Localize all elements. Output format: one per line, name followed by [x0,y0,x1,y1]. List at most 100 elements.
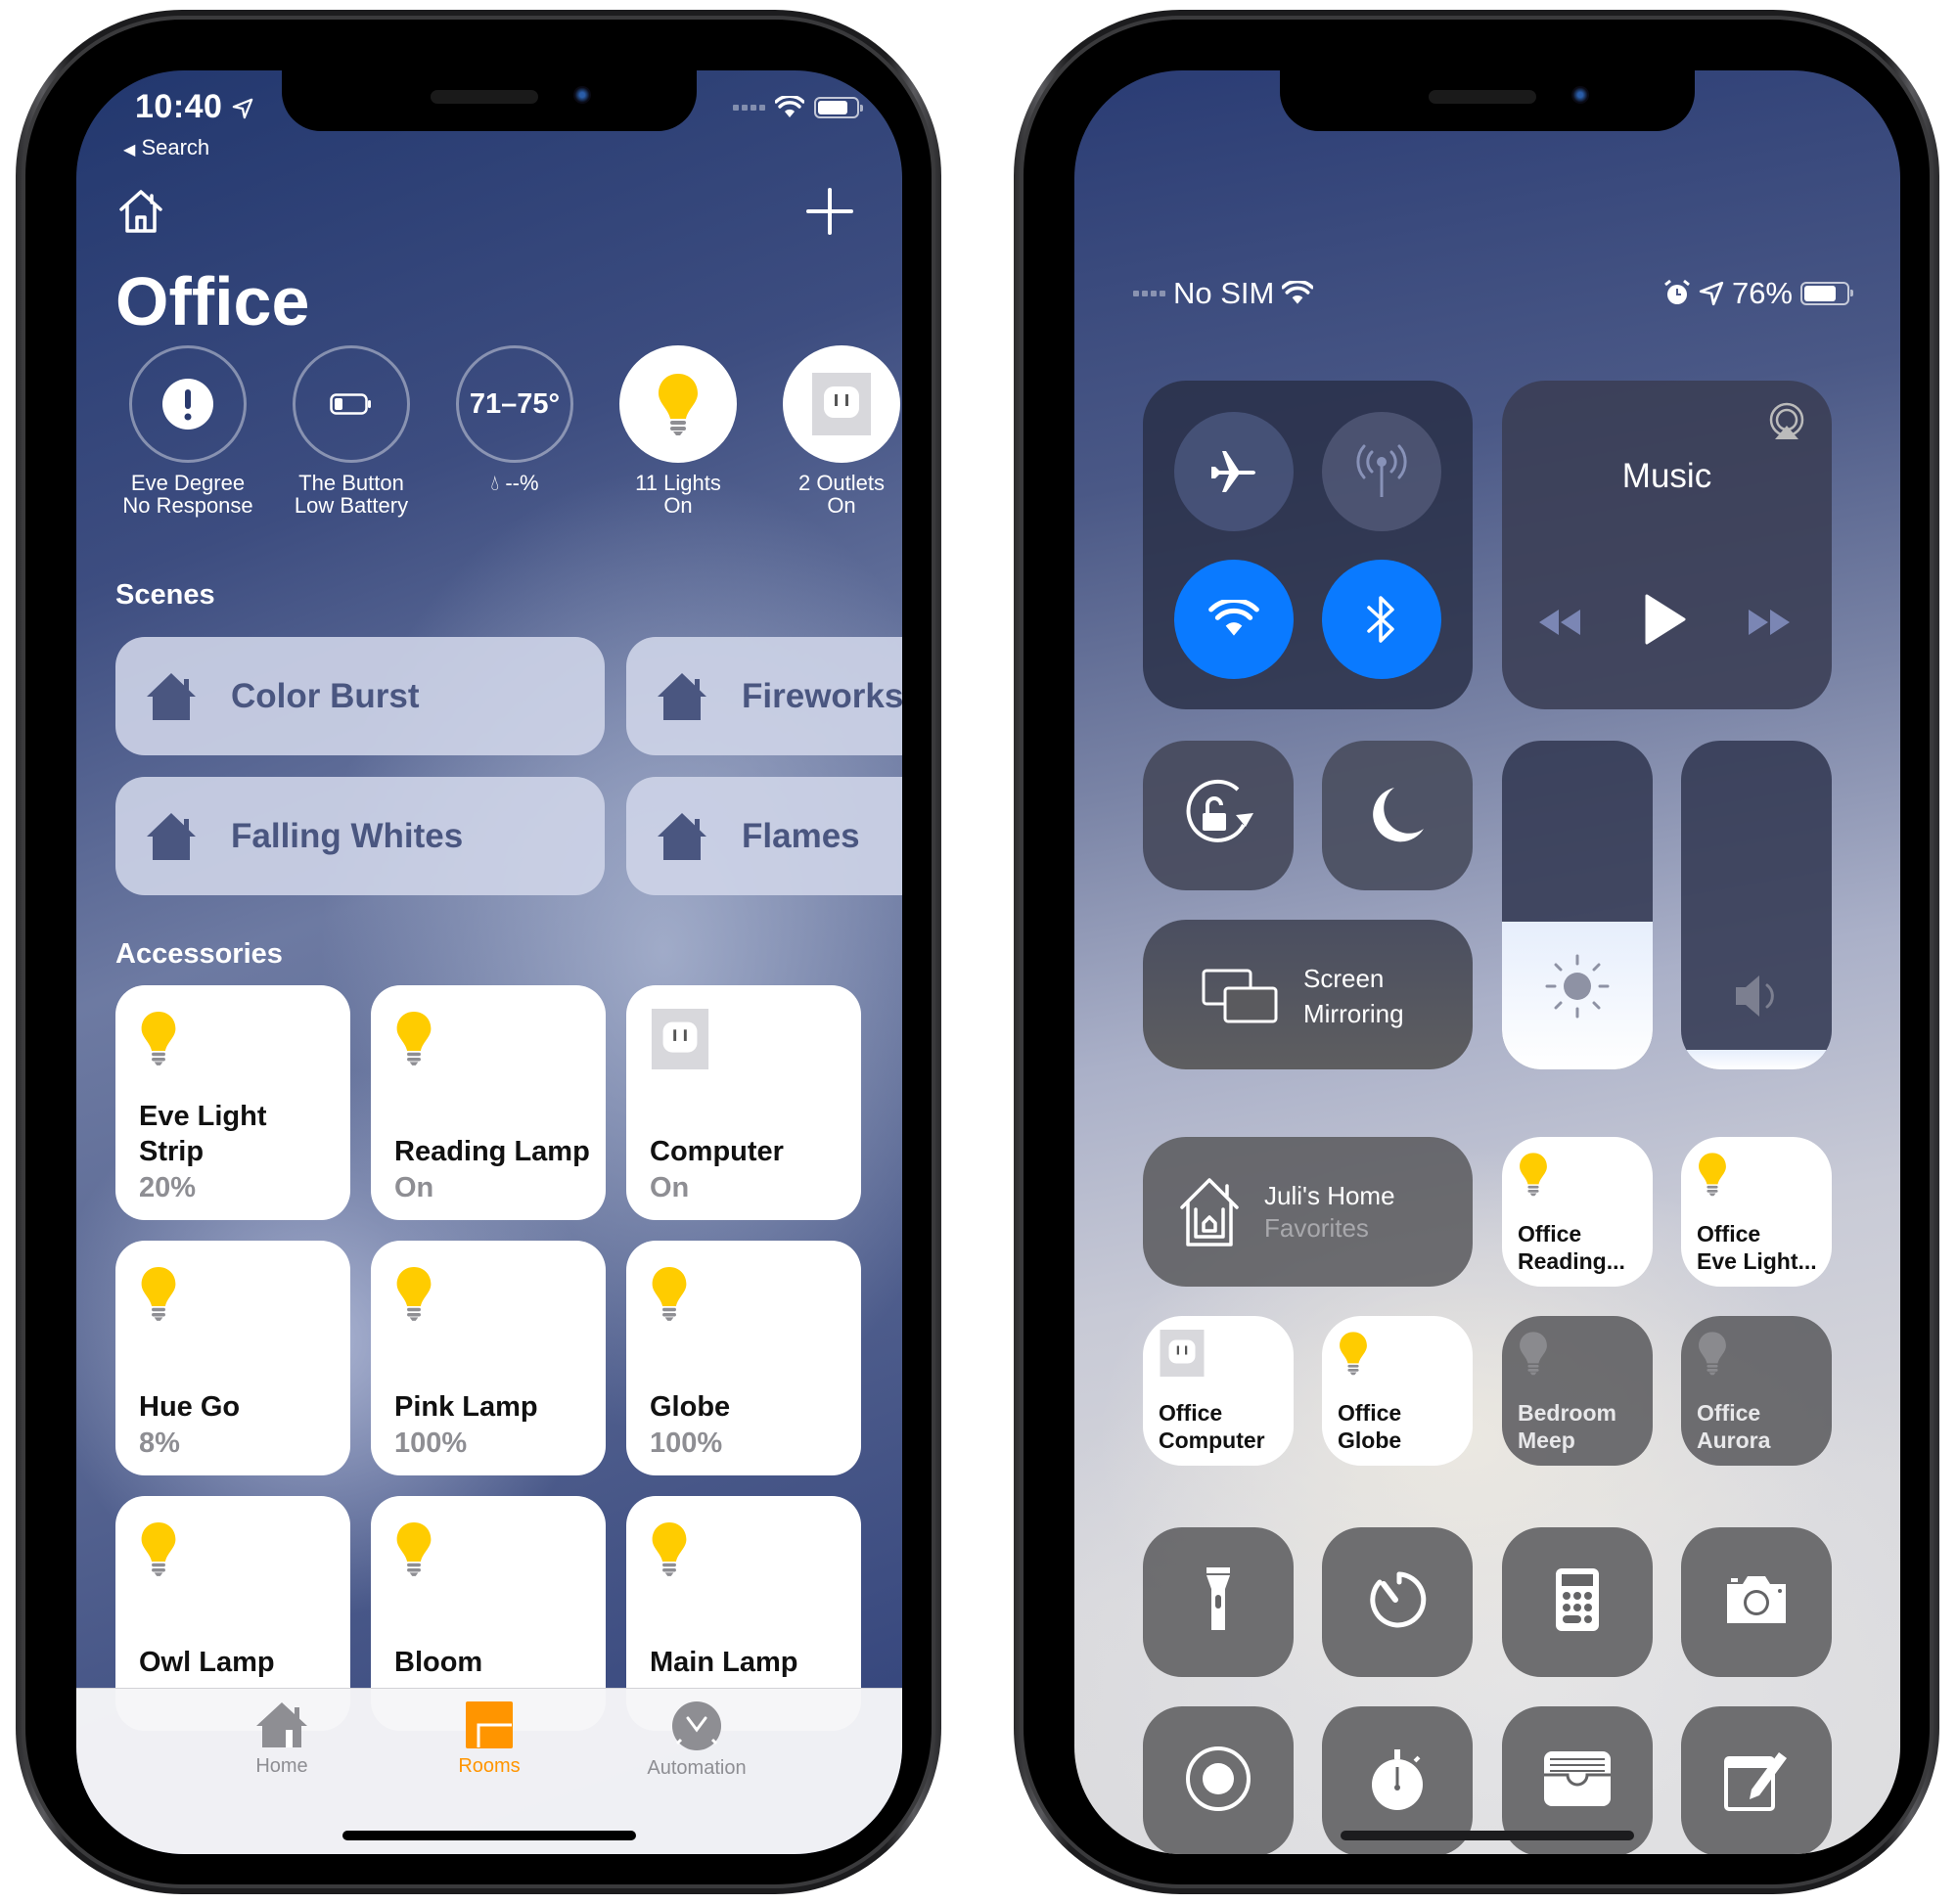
carrier-status: No SIM [1133,276,1314,311]
timer-button[interactable] [1322,1527,1473,1677]
home-app-icon [1180,1178,1239,1247]
music-module[interactable]: Music [1502,381,1832,709]
play-icon[interactable] [1643,594,1688,645]
alarm-clock-icon [1664,279,1690,304]
status-outlets-label: 2 Outlets On [797,471,886,518]
notes-button[interactable] [1681,1706,1832,1854]
time-text: 10:40 [135,88,223,125]
scene-house-icon [147,672,196,720]
wallet-icon [1542,1749,1613,1813]
outlet-icon [812,373,871,435]
accessory-status: On [394,1172,434,1203]
orientation-lock-icon [1186,779,1253,842]
favorite-accessory-tile[interactable]: Office Computer [1143,1316,1294,1466]
back-label: Search [141,135,210,159]
notes-icon [1722,1745,1791,1818]
favorite-label: Office Computer [1159,1400,1265,1453]
fast-forward-icon[interactable] [1747,608,1792,637]
add-button[interactable] [804,186,855,237]
accessory-tile[interactable]: Eve Light Strip 20% [115,985,350,1220]
do-not-disturb-toggle[interactable] [1322,741,1473,890]
connectivity-module [1143,381,1473,709]
bluetooth-icon [1367,596,1394,643]
room-title: Office [115,263,310,340]
home-indicator[interactable] [1341,1831,1634,1840]
camera-button[interactable] [1681,1527,1832,1677]
wifi-icon [1208,600,1259,636]
scene-falling-whites[interactable]: Falling Whites [115,777,605,895]
home-indicator[interactable] [342,1831,636,1840]
accessory-name: Owl Lamp [139,1647,275,1678]
screen-record-button[interactable] [1143,1706,1294,1854]
tab-rooms[interactable]: Rooms [391,1700,587,1778]
calculator-icon [1554,1566,1601,1638]
status-the-button-label: The Button Low Battery [294,471,409,518]
home-app-screen: 10:40 ◀ Search Office Eve Degree No Resp… [76,70,902,1854]
brightness-slider[interactable] [1502,741,1653,1069]
home-favorites-button[interactable]: Juli's Home Favorites [1143,1137,1473,1287]
status-icons [733,96,863,119]
tab-automation[interactable]: Automation [599,1700,795,1780]
favorite-accessory-tile[interactable]: Office Globe [1322,1316,1473,1466]
home-settings-button[interactable] [115,186,166,237]
accessory-tile[interactable]: Computer On [626,985,861,1220]
battery-percent: 76% [1731,276,1793,310]
accessory-name: Bloom [394,1647,483,1678]
status-outlets[interactable] [783,345,900,463]
bluetooth-toggle[interactable] [1322,560,1441,679]
cellular-data-toggle[interactable] [1322,412,1441,531]
accessory-name: Reading Lamp [394,1136,590,1167]
scene-flames[interactable]: Flames [626,777,902,895]
airplay-icon[interactable] [1767,402,1806,441]
accessory-tile[interactable]: Hue Go 8% [115,1241,350,1475]
accessory-tile[interactable]: Pink Lamp 100% [371,1241,606,1475]
accessory-status: 20% [139,1172,197,1203]
favorite-accessory-tile[interactable]: Office Reading... [1502,1137,1653,1287]
accessory-status: 8% [139,1428,180,1459]
status-the-button[interactable] [293,345,410,463]
back-triangle-icon: ◀ [123,142,136,159]
orientation-lock-toggle[interactable] [1143,741,1294,890]
status-eve-degree[interactable] [129,345,247,463]
favorite-label: Office Aurora [1697,1400,1771,1453]
back-to-search-link[interactable]: ◀ Search [123,135,209,160]
battery-status: 76% [1663,276,1853,311]
cellular-antenna-icon [1356,444,1407,497]
favorite-accessory-tile[interactable]: Office Eve Light... [1681,1137,1832,1287]
status-lights[interactable] [619,345,737,463]
tab-home[interactable]: Home [184,1700,380,1778]
favorite-accessory-tile[interactable]: Bedroom Meep [1502,1316,1653,1466]
tab-bar: Home Rooms Automation [76,1688,902,1854]
rewind-icon[interactable] [1537,608,1582,637]
status-eve-degree-label: Eve Degree No Response [122,471,253,518]
accessory-name: Hue Go [139,1391,241,1423]
scene-color-burst[interactable]: Color Burst [115,637,605,755]
calculator-button[interactable] [1502,1527,1653,1677]
rooms-icon [466,1701,513,1748]
accessory-status: 100% [650,1428,723,1459]
status-temperature[interactable]: 71–75° [456,345,573,463]
accessory-status: 100% [394,1428,468,1459]
accessory-name: Main Lamp [650,1647,798,1678]
plus-icon [806,188,853,235]
iphone-frame-home-app: 10:40 ◀ Search Office Eve Degree No Resp… [16,10,941,1894]
wifi-toggle[interactable] [1174,560,1294,679]
lightbulb-icon [1520,1332,1547,1376]
sun-icon [1545,954,1610,1019]
favorite-accessory-tile[interactable]: Office Aurora [1681,1316,1832,1466]
volume-slider[interactable] [1681,741,1832,1069]
flashlight-button[interactable] [1143,1527,1294,1677]
airplane-mode-toggle[interactable] [1174,412,1294,531]
camera-icon [1723,1574,1790,1630]
location-arrow-icon [1699,281,1724,306]
water-drop-icon: 💧︎ [490,471,500,495]
control-center-screen: No SIM 76% Music Screen Mirroring Juli's… [1074,70,1900,1854]
scene-fireworks[interactable]: Fireworks [626,637,902,755]
accessory-tile[interactable]: Globe 100% [626,1241,861,1475]
status-time: 10:40 [135,88,253,126]
screen-mirroring-button[interactable]: Screen Mirroring [1143,920,1473,1069]
screen-mirroring-label: Screen Mirroring [1303,964,1404,1028]
flashlight-icon [1199,1565,1238,1639]
carrier-text: No SIM [1173,276,1275,310]
accessory-tile[interactable]: Reading Lamp On [371,985,606,1220]
